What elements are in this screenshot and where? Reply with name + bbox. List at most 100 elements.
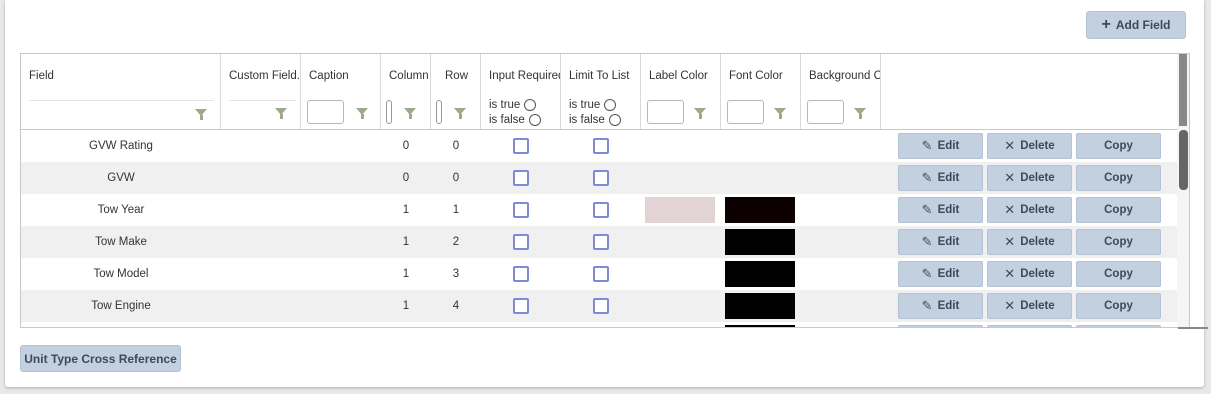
column-title-row: Row bbox=[445, 70, 469, 82]
filter-column-input[interactable] bbox=[386, 100, 392, 124]
filter-input-required-false[interactable]: is false bbox=[489, 114, 541, 126]
edit-button[interactable]: ✎ Edit bbox=[898, 197, 983, 223]
filter-funnel-icon[interactable] bbox=[854, 108, 866, 119]
edit-button[interactable]: ✎ Edit bbox=[898, 165, 983, 191]
column-header-field[interactable]: Field bbox=[21, 54, 221, 129]
input-required-checkbox[interactable] bbox=[513, 170, 529, 186]
column-header-limit-to-list[interactable]: Limit To List is true is false bbox=[561, 54, 641, 129]
radio-icon[interactable] bbox=[528, 114, 541, 126]
table-row[interactable]: Tow Make 1 2 ✎ Edit ✕ Delete Copy bbox=[21, 226, 1179, 258]
column-header-input-required[interactable]: Input Required is true is false bbox=[481, 54, 561, 129]
edit-button[interactable] bbox=[898, 325, 983, 327]
delete-label: Delete bbox=[1020, 236, 1055, 248]
copy-button[interactable]: Copy bbox=[1076, 261, 1161, 287]
delete-button[interactable]: ✕ Delete bbox=[987, 165, 1072, 191]
table-row[interactable]: Tow Engine 1 4 ✎ Edit ✕ Delete Copy bbox=[21, 290, 1179, 322]
column-header-custom-field[interactable]: Custom Field... bbox=[221, 54, 301, 129]
filter-caption-input[interactable] bbox=[307, 100, 344, 124]
delete-button[interactable]: ✕ Delete bbox=[987, 133, 1072, 159]
edit-button[interactable]: ✎ Edit bbox=[898, 133, 983, 159]
filter-funnel-icon[interactable] bbox=[356, 108, 368, 119]
input-required-checkbox[interactable] bbox=[513, 138, 529, 154]
resize-handle[interactable] bbox=[1178, 327, 1208, 329]
table-row[interactable] bbox=[21, 322, 1179, 327]
column-header-background-color[interactable]: Background C bbox=[801, 54, 881, 129]
table-row[interactable]: Tow Model 1 3 ✎ Edit ✕ Delete Copy bbox=[21, 258, 1179, 290]
font-color-swatch bbox=[725, 261, 795, 287]
copy-button[interactable]: Copy bbox=[1076, 229, 1161, 255]
delete-label: Delete bbox=[1020, 300, 1055, 312]
limit-to-list-checkbox[interactable] bbox=[593, 234, 609, 250]
cell-row: 2 bbox=[452, 236, 460, 248]
filter-funnel-icon[interactable] bbox=[774, 108, 786, 119]
delete-button[interactable]: ✕ Delete bbox=[987, 197, 1072, 223]
filter-field-input[interactable] bbox=[29, 100, 214, 101]
cell-row: 1 bbox=[452, 204, 460, 216]
delete-button[interactable]: ✕ Delete bbox=[987, 261, 1072, 287]
filter-funnel-icon[interactable] bbox=[454, 108, 466, 119]
input-required-checkbox[interactable] bbox=[513, 266, 529, 282]
delete-button[interactable]: ✕ Delete bbox=[987, 293, 1072, 319]
edit-label: Edit bbox=[937, 172, 960, 184]
limit-to-list-checkbox[interactable] bbox=[593, 266, 609, 282]
radio-icon[interactable] bbox=[608, 114, 621, 126]
filter-funnel-icon[interactable] bbox=[404, 108, 416, 119]
column-header-row[interactable]: Row bbox=[431, 54, 481, 129]
input-required-checkbox[interactable] bbox=[513, 202, 529, 218]
edit-button[interactable]: ✎ Edit bbox=[898, 293, 983, 319]
input-required-checkbox[interactable] bbox=[513, 234, 529, 250]
column-header-column[interactable]: Column bbox=[381, 54, 431, 129]
limit-to-list-checkbox[interactable] bbox=[593, 202, 609, 218]
filter-input-required-true[interactable]: is true bbox=[489, 99, 537, 111]
delete-label: Delete bbox=[1020, 140, 1055, 152]
filter-limit-to-list-true[interactable]: is true bbox=[569, 99, 617, 111]
pencil-icon: ✎ bbox=[921, 298, 933, 313]
copy-button[interactable]: Copy bbox=[1076, 293, 1161, 319]
input-required-checkbox[interactable] bbox=[513, 298, 529, 314]
column-header-label-color[interactable]: Label Color bbox=[641, 54, 721, 129]
column-header-font-color[interactable]: Font Color bbox=[721, 54, 801, 129]
edit-button[interactable]: ✎ Edit bbox=[898, 229, 983, 255]
copy-button[interactable]: Copy bbox=[1076, 197, 1161, 223]
table-row[interactable]: Tow Year 1 1 ✎ Edit ✕ Delete Copy bbox=[21, 194, 1179, 226]
edit-button[interactable]: ✎ Edit bbox=[898, 261, 983, 287]
add-field-button[interactable]: + Add Field bbox=[1086, 11, 1186, 39]
filter-font-color-input[interactable] bbox=[727, 100, 764, 124]
radio-icon[interactable] bbox=[604, 99, 617, 111]
edit-label: Edit bbox=[937, 204, 960, 216]
limit-to-list-checkbox[interactable] bbox=[593, 298, 609, 314]
limit-to-list-checkbox[interactable] bbox=[593, 170, 609, 186]
copy-label: Copy bbox=[1104, 300, 1133, 312]
filter-label-color-input[interactable] bbox=[647, 100, 684, 124]
cell-field: Tow Model bbox=[93, 268, 149, 280]
table-row[interactable]: GVW Rating 0 0 ✎ Edit ✕ Delete Copy bbox=[21, 130, 1179, 162]
fields-grid: Field Custom Field... Caption Column Row… bbox=[20, 53, 1190, 328]
filter-limit-to-list-false[interactable]: is false bbox=[569, 114, 621, 126]
limit-to-list-checkbox[interactable] bbox=[593, 138, 609, 154]
unit-type-cross-reference-button[interactable]: Unit Type Cross Reference bbox=[20, 345, 181, 372]
pencil-icon: ✎ bbox=[921, 234, 933, 249]
delete-button[interactable] bbox=[987, 325, 1072, 327]
filter-background-color-input[interactable] bbox=[807, 100, 844, 124]
copy-button[interactable]: Copy bbox=[1076, 165, 1161, 191]
filter-funnel-icon[interactable] bbox=[694, 108, 706, 119]
column-header-caption[interactable]: Caption bbox=[301, 54, 381, 129]
filter-funnel-icon[interactable] bbox=[195, 109, 207, 120]
pencil-icon: ✎ bbox=[921, 202, 933, 217]
delete-label: Delete bbox=[1020, 172, 1055, 184]
scrollbar-thumb[interactable] bbox=[1179, 130, 1188, 190]
table-row[interactable]: GVW 0 0 ✎ Edit ✕ Delete Copy bbox=[21, 162, 1179, 194]
filter-funnel-icon[interactable] bbox=[275, 108, 287, 119]
filter-row-input[interactable] bbox=[436, 100, 442, 124]
filter-false-label: is false bbox=[569, 114, 605, 126]
pencil-icon: ✎ bbox=[921, 170, 933, 185]
delete-button[interactable]: ✕ Delete bbox=[987, 229, 1072, 255]
filter-custom-field-input[interactable] bbox=[229, 100, 296, 101]
copy-label: Copy bbox=[1104, 140, 1133, 152]
copy-button[interactable] bbox=[1076, 325, 1161, 327]
cell-column: 1 bbox=[402, 300, 410, 312]
cell-limit-to-list bbox=[561, 130, 641, 162]
copy-button[interactable]: Copy bbox=[1076, 133, 1161, 159]
vertical-scrollbar[interactable] bbox=[1177, 54, 1189, 327]
radio-icon[interactable] bbox=[524, 99, 537, 111]
